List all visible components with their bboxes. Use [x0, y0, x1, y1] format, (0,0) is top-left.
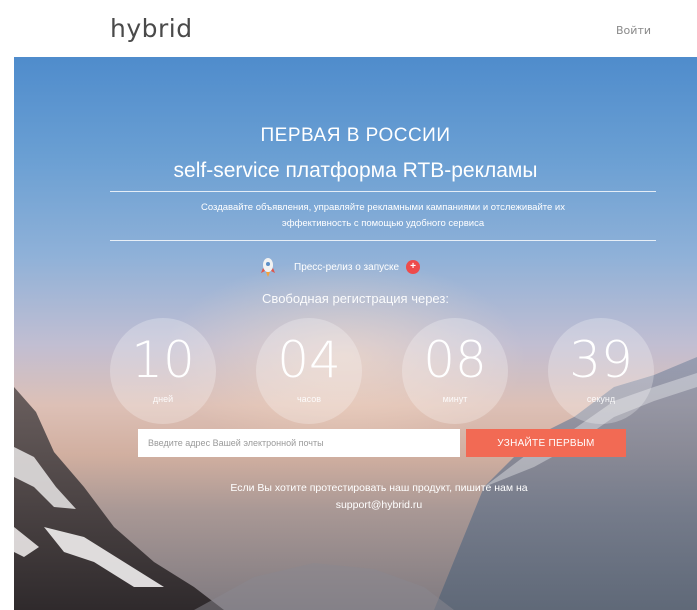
- press-release-row[interactable]: Пресс-релиз о запуске +: [260, 256, 421, 278]
- countdown-hours-value: 04: [277, 331, 341, 389]
- divider-bottom: [110, 240, 656, 241]
- free-registration-label: Свободная регистрация через:: [262, 291, 449, 306]
- countdown-minutes: 08 минут: [402, 318, 508, 424]
- hero-subtitle-line2: эффективность с помощью удобного сервиса: [281, 218, 485, 229]
- support-email-link[interactable]: support@hybrid.ru: [134, 497, 624, 514]
- countdown-minutes-unit: минут: [442, 394, 468, 404]
- press-release-link[interactable]: Пресс-релиз о запуске: [294, 262, 399, 273]
- support-text-line1: Если Вы хотите протестировать наш продук…: [230, 482, 528, 494]
- countdown-hours: 04 часов: [256, 318, 362, 424]
- countdown-days: 10 дней: [110, 318, 216, 424]
- countdown-seconds: 39 секунд: [548, 318, 654, 424]
- support-text: Если Вы хотите протестировать наш продук…: [134, 480, 624, 514]
- login-link[interactable]: Войти: [616, 24, 651, 37]
- countdown-seconds-unit: секунд: [586, 394, 616, 404]
- plus-badge-icon[interactable]: +: [406, 260, 421, 274]
- countdown-days-unit: дней: [152, 394, 174, 404]
- hero-subtitle: Создавайте объявления, управляйте реклам…: [110, 200, 656, 232]
- hero-subtitle-line1: Создавайте объявления, управляйте реклам…: [201, 202, 565, 213]
- logo[interactable]: hybrid: [110, 14, 193, 43]
- rocket-icon: [260, 257, 276, 277]
- hero-title-line1: ПЕРВАЯ В РОССИИ: [260, 125, 451, 146]
- countdown-days-value: 10: [131, 331, 195, 389]
- countdown-hours-unit: часов: [296, 394, 322, 404]
- hero-title-line2: self-service платформа RTB-рекламы: [173, 159, 538, 182]
- countdown-seconds-value: 39: [569, 331, 633, 389]
- top-bar: hybrid Войти: [0, 0, 697, 57]
- hero-section: ПЕРВАЯ В РОССИИ self-service платформа R…: [14, 57, 697, 610]
- email-input[interactable]: [138, 429, 460, 457]
- divider-top: [110, 191, 656, 192]
- notify-me-button[interactable]: УЗНАЙТЕ ПЕРВЫМ: [466, 429, 626, 457]
- countdown-minutes-value: 08: [423, 331, 487, 389]
